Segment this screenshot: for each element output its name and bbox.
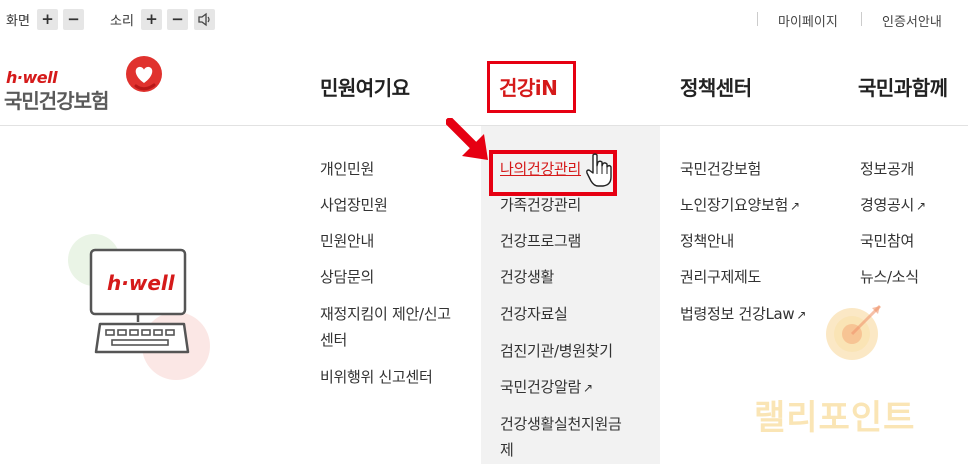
speaker-icon (198, 12, 210, 27)
external-link-icon: ↗ (790, 199, 800, 213)
menu-item[interactable]: 국민참여 (860, 229, 914, 253)
hand-cursor-icon (586, 153, 612, 187)
speaker-button[interactable] (194, 9, 215, 30)
menu-item-label: 노인장기요양보험 (680, 196, 789, 214)
external-link-icon: ↗ (583, 381, 593, 395)
menu-item[interactable]: 건강프로그램 (500, 229, 581, 253)
logo-main-text: 국민건강보험 (4, 89, 109, 113)
menu-item[interactable]: 개인민원 (320, 157, 374, 181)
utility-bar: 화면 + − 소리 + − 마이페이지 인증서안내 (0, 0, 968, 40)
menu-item[interactable]: 건강자료실 (500, 302, 568, 326)
certificate-guide-link[interactable]: 인증서안내 (882, 11, 942, 30)
watermark-text: 랠리포인트 (754, 398, 916, 438)
menu-item[interactable]: 상담문의 (320, 265, 374, 289)
nav-item-with-citizens[interactable]: 국민과함께 (858, 72, 948, 101)
menu-item-with-external[interactable]: 국민건강알람 ↗ (500, 375, 593, 400)
divider (861, 12, 862, 26)
menu-item-with-external[interactable]: 경영공시 ↗ (860, 193, 926, 218)
menu-item[interactable]: 사업장민원 (320, 193, 388, 217)
computer-icon (68, 234, 210, 380)
menu-item[interactable]: 검진기관/병원찾기 (500, 339, 613, 363)
target-watermark-icon (826, 304, 882, 360)
sound-up-button[interactable]: + (141, 9, 162, 30)
computer-illustration: h·well (60, 230, 220, 394)
menu-item[interactable]: 정책안내 (680, 229, 734, 253)
annotation-arrow-icon (446, 118, 488, 160)
nav-item-policy-center[interactable]: 정책센터 (680, 72, 752, 101)
menu-item[interactable]: 정보공개 (860, 157, 914, 181)
menu-item-label: 경영공시 (860, 196, 915, 214)
screen-size-label: 화면 (6, 14, 30, 29)
screen-zoom-out-button[interactable]: − (63, 9, 84, 30)
menu-item-continued[interactable]: 제 (500, 438, 514, 462)
menu-item-with-external[interactable]: 법령정보 건강Law ↗ (680, 302, 806, 327)
menu-item[interactable]: 권리구제제도 (680, 265, 761, 289)
external-link-icon: ↗ (796, 308, 807, 322)
menu-item[interactable]: 비위행위 신고센터 (320, 365, 433, 389)
menu-item-continued[interactable]: 센터 (320, 328, 347, 352)
menu-item-label: 국민건강알람 (500, 378, 582, 396)
illustration-brand-text: h·well (107, 271, 175, 295)
divider (757, 12, 758, 26)
mypage-link[interactable]: 마이페이지 (778, 11, 838, 30)
screen-zoom-in-button[interactable]: + (37, 9, 58, 30)
menu-item[interactable]: 민원안내 (320, 229, 374, 253)
external-link-icon: ↗ (916, 199, 926, 213)
menu-item[interactable]: 국민건강보험 (680, 157, 761, 181)
menu-item[interactable]: 건강생활실천지원금 (500, 412, 622, 436)
menu-item[interactable]: 건강생활 (500, 265, 554, 289)
menu-item[interactable]: 뉴스/소식 (860, 265, 919, 289)
nav-item-civil-service[interactable]: 민원여기요 (320, 72, 410, 101)
sound-down-button[interactable]: − (167, 9, 188, 30)
menu-item[interactable]: 재정지킴이 제안/신고 (320, 302, 451, 326)
active-nav-highlight (487, 61, 576, 113)
menu-item-label: 법령정보 건강Law (680, 305, 795, 323)
menu-item[interactable]: 가족건강관리 (500, 193, 581, 217)
sound-label: 소리 (110, 14, 134, 29)
menu-item-with-external[interactable]: 노인장기요양보험 ↗ (680, 193, 800, 218)
heart-logo-icon (126, 56, 162, 92)
